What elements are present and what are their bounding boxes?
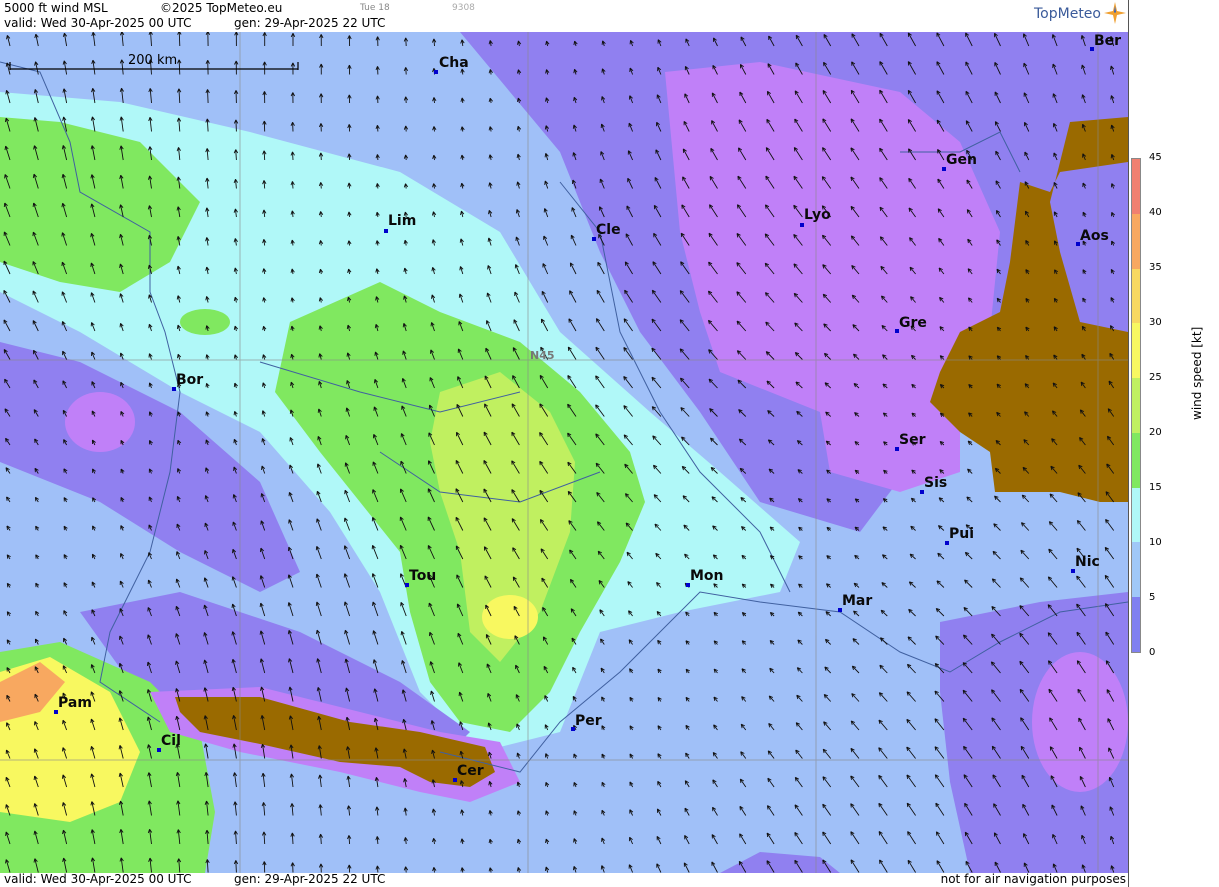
city-label: Gre [899,315,927,331]
footer-valid-time: valid: Wed 30-Apr-2025 00 UTC [4,872,192,886]
city-label: Tou [409,568,437,584]
city-label: Bor [176,372,204,388]
city-marker [434,70,438,74]
city-marker [800,223,804,227]
valid-time: valid: Wed 30-Apr-2025 00 UTC [4,16,192,30]
product-title: 5000 ft wind MSL [4,1,108,15]
city-label: Ber [1094,33,1122,49]
city-label: Cha [439,55,469,71]
legend-color-band [1132,487,1140,543]
city-label: Lim [388,213,417,229]
city-label: Cil [161,733,181,749]
legend-tick-label: 40 [1149,207,1162,218]
legend-panel: 45 40 35 30 25 20 15 10 5 0 [1128,0,1219,887]
legend-tick-label: 5 [1149,592,1156,603]
city-label: Ser [899,432,926,448]
city-label: Pui [949,526,975,542]
legend-color-band [1132,542,1140,598]
legend-tick-label: 45 [1149,152,1162,163]
city-label: Mon [690,568,724,584]
legend-color-band [1132,432,1140,488]
map-footer: valid: Wed 30-Apr-2025 00 UTC gen: 29-Ap… [0,873,1128,887]
legend-tick-label: 10 [1149,537,1162,548]
map-header: 5000 ft wind MSL ©2025 TopMeteo.eu Tue 1… [0,0,1128,32]
city-label: Gen [946,152,977,168]
generated-time: gen: 29-Apr-2025 22 UTC [234,16,386,30]
legend-tick-label: 25 [1149,372,1162,383]
city-label: Lyo [804,207,831,223]
wind-map[interactable]: 200 km N45 Cha Ber Gen Lim Cle Lyo Aos G… [0,32,1128,873]
compass-icon [1104,2,1126,24]
city-label: Nic [1075,554,1100,570]
city-marker [384,229,388,233]
legend-color-band [1132,323,1140,379]
footer-generated-time: gen: 29-Apr-2025 22 UTC [234,872,386,886]
city-label: Cle [596,222,621,238]
legend-unit-label: wind speed [kt] [1190,326,1204,420]
city-label: Pam [58,695,92,711]
city-label: Mar [842,593,873,609]
run-code: 9308 [452,3,475,13]
legend-tick-label: 35 [1149,262,1162,273]
legend-color-band [1132,378,1140,433]
legend-tick-label: 20 [1149,427,1162,438]
legend-color-band [1132,213,1140,269]
legend-tick-label: 30 [1149,317,1162,328]
city-label: Aos [1080,228,1109,244]
legend-color-band [1132,597,1140,652]
legend-tick-label: 0 [1149,647,1156,658]
color-scale-bar [1131,158,1141,653]
run-day: Tue 18 [360,3,390,13]
copyright-text: ©2025 TopMeteo.eu [160,1,283,15]
legend-tick-label: 15 [1149,482,1162,493]
logo-text: TopMeteo [1034,6,1101,22]
latitude-label: N45 [530,349,555,362]
footer-disclaimer: not for air navigation purposes [940,872,1126,886]
legend-color-band [1132,159,1140,214]
scale-label: 200 km [128,53,177,68]
city-label: Cer [457,763,484,779]
city-label: Sis [924,475,948,491]
city-label: Per [575,713,602,729]
legend-color-band [1132,268,1140,324]
